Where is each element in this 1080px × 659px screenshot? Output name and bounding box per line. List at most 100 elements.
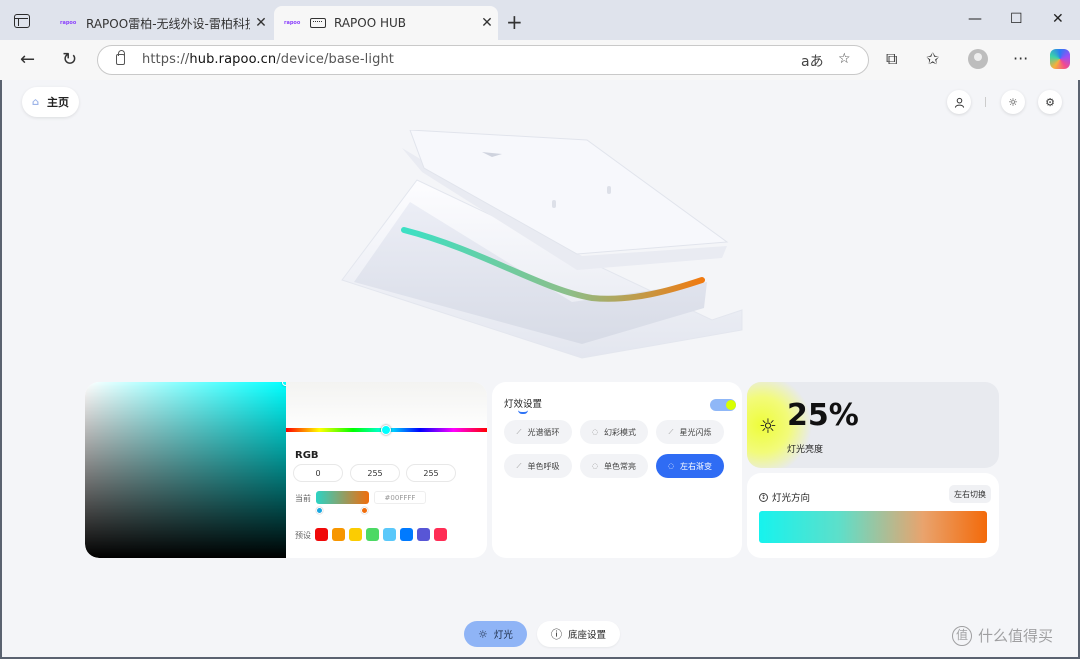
current-label: 当前 — [295, 494, 311, 503]
mode-label: 单色常亮 — [604, 461, 637, 471]
profile-avatar[interactable] — [968, 49, 988, 69]
effects-title: 灯效设置 — [504, 399, 543, 410]
bulb-icon: ◌ — [591, 428, 599, 436]
wave-icon: ⟋ — [516, 461, 522, 470]
preset-swatch[interactable] — [349, 528, 362, 541]
user-icon — [954, 97, 964, 108]
minimize-button[interactable]: — — [968, 11, 982, 27]
tab-light[interactable]: ☼ 灯光 — [464, 621, 527, 647]
header-divider — [985, 97, 986, 107]
more-icon[interactable]: ··· — [1013, 49, 1028, 68]
new-tab-button[interactable]: + — [506, 10, 523, 34]
tab-title: RAPOO雷柏-无线外设-雷柏科技 — [86, 16, 250, 31]
sun-icon: ☼ — [478, 627, 488, 641]
copilot-icon[interactable] — [1050, 49, 1070, 69]
light-direction-card: ↕ 灯光方向 左右切换 — [747, 473, 999, 558]
light-effects-card: 灯效设置 ⟋ 光谱循环 ◌ 幻彩模式 ⟋ 星光闪烁 ⟋ 单色呼吸 ◌ 单色常亮 … — [492, 382, 742, 558]
browser-tab-rapoo-home[interactable]: rapoo RAPOO雷柏-无线外设-雷柏科技 ✕ — [50, 6, 272, 40]
settings-button[interactable]: ⚙ — [1038, 90, 1062, 114]
bulb-icon: ◌ — [591, 462, 599, 470]
home-icon: ⌂ — [32, 96, 40, 108]
browser-tab-rapoo-hub[interactable]: rapoo RAPOO HUB ✕ — [274, 6, 498, 40]
tab-base-settings[interactable]: ⓘ 底座设置 — [537, 621, 621, 647]
direction-switch-button[interactable]: 左右切换 — [949, 485, 991, 503]
color-picker-card: RGB 0 255 255 当前 #00FFFF 预设 — [85, 382, 487, 558]
reload-button[interactable]: ↻ — [62, 49, 77, 70]
wave-icon: ⟋ — [668, 427, 674, 436]
direction-title-row: ↕ 灯光方向 — [759, 490, 810, 504]
url-text[interactable]: https://hub.rapoo.cn/device/base-light — [142, 52, 394, 67]
gradient-stop-right[interactable] — [361, 507, 368, 514]
gear-icon: ⚙ — [1045, 95, 1055, 109]
toggle-knob — [726, 400, 736, 410]
rgb-label: RGB — [295, 450, 319, 461]
preset-swatch[interactable] — [434, 528, 447, 541]
preset-swatch[interactable] — [366, 528, 379, 541]
back-button[interactable]: ← — [20, 49, 35, 70]
lock-icon — [116, 50, 125, 65]
user-button[interactable] — [947, 90, 971, 114]
rapoo-favicon-icon: rapoo — [60, 20, 77, 26]
preset-swatch[interactable] — [400, 528, 413, 541]
mode-left-right-gradient-button[interactable]: ◌ 左右渐变 — [656, 454, 724, 478]
tab-close-icon[interactable]: ✕ — [250, 15, 272, 31]
tab-title: RAPOO HUB — [334, 16, 407, 30]
maximize-button[interactable]: ☐ — [1010, 11, 1023, 27]
hex-input[interactable]: #00FFFF — [374, 491, 426, 504]
brightness-label: 灯光亮度 — [787, 445, 824, 455]
watermark: 值 什么值得买 — [952, 625, 1053, 646]
tab-base-label: 底座设置 — [568, 630, 607, 641]
mode-label: 左右渐变 — [680, 461, 713, 471]
url-bar[interactable]: https://hub.rapoo.cn/device/base-light a… — [97, 45, 869, 75]
mode-label: 单色呼吸 — [527, 461, 560, 471]
green-input[interactable]: 255 — [350, 464, 400, 482]
mode-single-breathing-button[interactable]: ⟋ 单色呼吸 — [504, 454, 572, 478]
favorites-icon[interactable]: ✩ — [926, 49, 939, 68]
current-gradient-swatch[interactable] — [316, 491, 369, 504]
mode-label: 幻彩模式 — [604, 427, 637, 437]
device-base-illustration — [341, 130, 743, 359]
home-label: 主页 — [47, 96, 69, 109]
favorite-star-icon[interactable]: ☆ — [838, 51, 851, 67]
effects-title-underline — [518, 410, 528, 414]
mode-fantasy-color-button[interactable]: ◌ 幻彩模式 — [580, 420, 648, 444]
home-button[interactable]: ⌂ 主页 — [22, 87, 79, 117]
read-aloud-icon[interactable]: aあ — [801, 51, 824, 71]
brightness-card[interactable]: ☼ 25% 灯光亮度 — [747, 382, 999, 468]
mode-label: 星光闪烁 — [679, 427, 712, 437]
red-input[interactable]: 0 — [293, 464, 343, 482]
saturation-value-area[interactable] — [85, 382, 286, 558]
rapoo-favicon-icon: rapoo — [284, 20, 301, 26]
split-screen-icon[interactable]: ⧉ — [886, 49, 897, 69]
preset-label: 预设 — [295, 531, 311, 540]
hue-slider-thumb[interactable] — [381, 425, 391, 435]
gradient-stop-left[interactable] — [316, 507, 323, 514]
tab-strip-icon[interactable] — [14, 14, 30, 28]
theme-button[interactable]: ☼ — [1001, 90, 1025, 114]
mode-label: 光谱循环 — [527, 427, 560, 437]
tab-close-icon[interactable]: ✕ — [476, 15, 498, 31]
direction-gradient-bar — [759, 511, 987, 543]
effects-toggle[interactable] — [710, 399, 736, 411]
preset-swatch[interactable] — [383, 528, 396, 541]
blue-input[interactable]: 255 — [406, 464, 456, 482]
mode-spectrum-cycle-button[interactable]: ⟋ 光谱循环 — [504, 420, 572, 444]
preset-swatch[interactable] — [417, 528, 430, 541]
rapoo-hub-page: ⌂ 主页 ☼ ⚙ RGB 0 255 255 当前 #00FFFF 预设 灯效设… — [2, 80, 1078, 657]
info-icon: ↕ — [759, 492, 768, 502]
keyboard-icon — [310, 18, 326, 28]
brightness-value: 25% — [787, 398, 859, 433]
sun-icon: ☼ — [1008, 95, 1018, 109]
direction-title: 灯光方向 — [772, 493, 811, 504]
preset-swatch[interactable] — [332, 528, 345, 541]
wave-icon: ⟋ — [516, 427, 522, 436]
watermark-text: 什么值得买 — [978, 627, 1054, 645]
mode-starlight-twinkle-button[interactable]: ⟋ 星光闪烁 — [656, 420, 724, 444]
tab-light-label: 灯光 — [493, 630, 513, 641]
sun-icon: ☼ — [759, 414, 777, 438]
close-window-button[interactable]: ✕ — [1052, 11, 1064, 27]
watermark-logo-icon: 值 — [952, 625, 972, 646]
mode-single-static-button[interactable]: ◌ 单色常亮 — [580, 454, 648, 478]
preset-swatch[interactable] — [315, 528, 328, 541]
bulb-icon: ◌ — [667, 462, 675, 470]
